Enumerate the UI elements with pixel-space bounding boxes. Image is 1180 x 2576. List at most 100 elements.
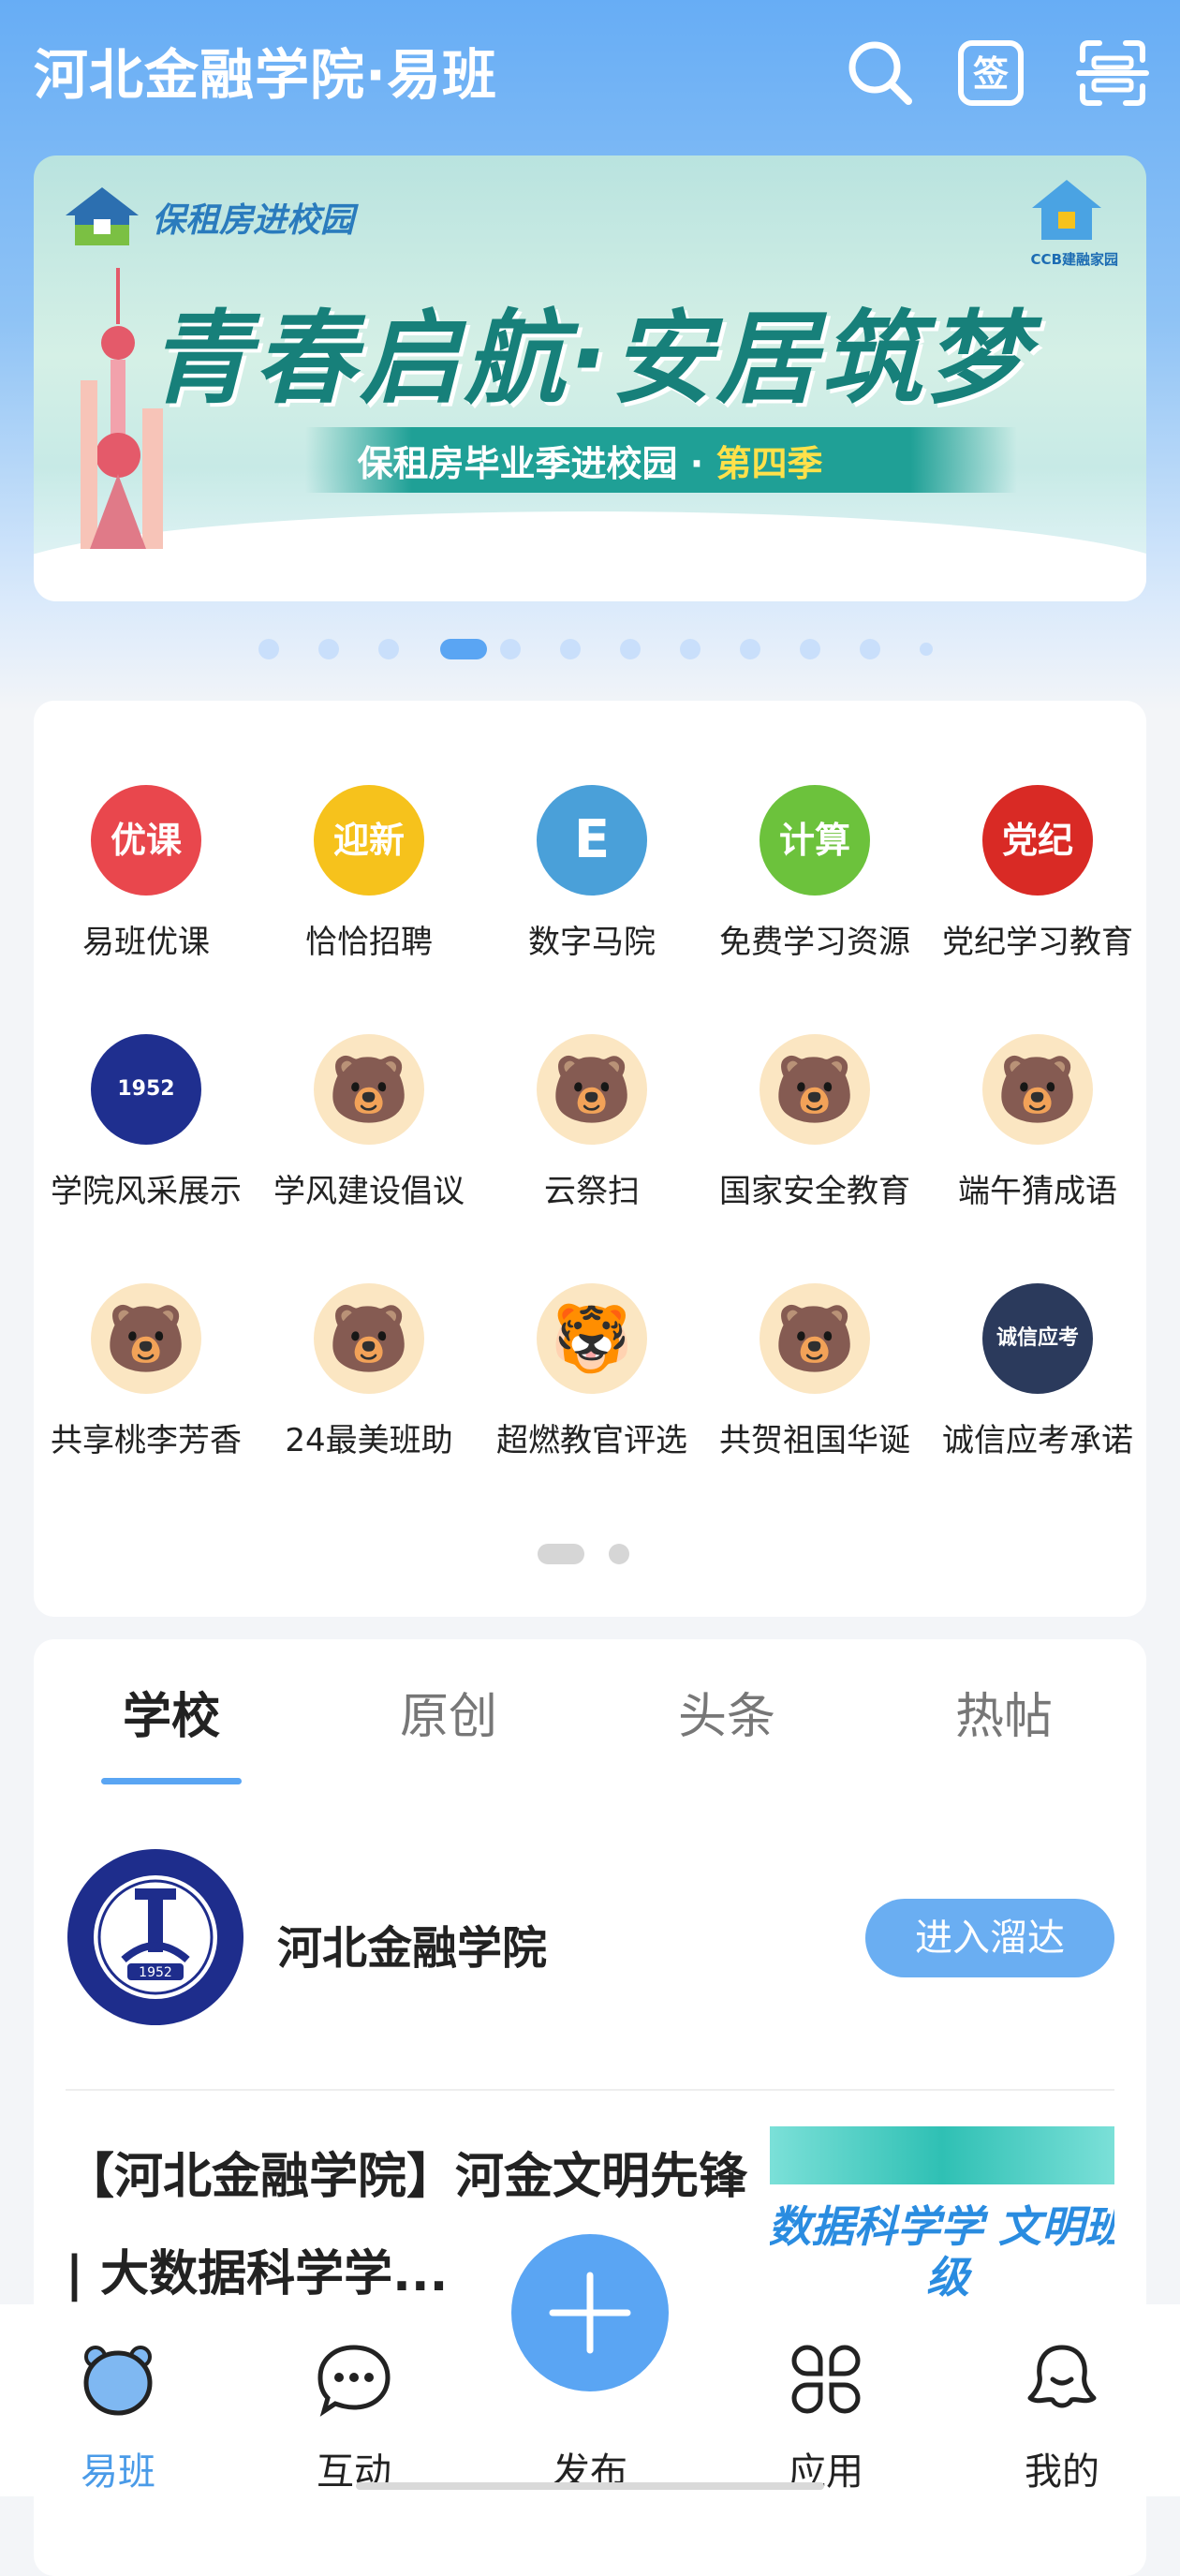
school-seal-icon[interactable]: 1952 (66, 1847, 245, 2027)
app-grid-card: 优课 易班优课 迎新 恰恰招聘 E 数字马院 计算 免费学习资源 党纪 党纪学习教育 1952 学院风… (34, 701, 1146, 1617)
search-icon[interactable] (843, 36, 918, 111)
app-icon-glyph: 1952 (117, 1077, 175, 1101)
nav-item-interact[interactable]: 互动 (288, 2342, 420, 2494)
grid-page-indicator-active (538, 1544, 584, 1564)
app-label: 恰恰招聘 (305, 924, 433, 961)
article-title[interactable]: 【河北金融学院】河金文明先锋 | 大数据科学学... (66, 2128, 777, 2323)
app-icon-glyph: 🐻 (551, 1051, 633, 1128)
app-icon-glyph: 诚信应考 (996, 1326, 1079, 1350)
app-item[interactable]: 计算 免费学习资源 (704, 785, 925, 972)
nav-item-mine[interactable]: 我的 (996, 2342, 1128, 2494)
enter-school-button[interactable]: 进入溜达 (865, 1899, 1114, 1977)
app-item[interactable]: 1952 学院风采展示 (36, 1034, 257, 1221)
carousel-dot[interactable] (680, 639, 701, 659)
school-name[interactable]: 河北金融学院 (277, 1911, 547, 1976)
carousel-dot[interactable] (318, 639, 339, 659)
house-logo-icon (62, 184, 142, 253)
app-item[interactable]: 党纪 党纪学习教育 (927, 785, 1148, 972)
apps-grid-icon (789, 2342, 863, 2417)
thumb-band (770, 2126, 1114, 2184)
app-label: 免费学习资源 (719, 924, 910, 961)
nav-item-apps[interactable]: 应用 (760, 2342, 892, 2494)
grid-page-indicator (609, 1544, 629, 1564)
sign-in-icon[interactable]: 签 (953, 36, 1028, 111)
app-icon-glyph: 🐻 (105, 1300, 187, 1377)
ccb-house-icon (1025, 174, 1109, 253)
profile-icon (1025, 2342, 1099, 2417)
app-icon-glyph: 迎新 (332, 820, 405, 861)
app-item[interactable]: E 数字马院 (481, 785, 702, 972)
scan-icon[interactable] (1075, 36, 1150, 111)
carousel-dot[interactable] (860, 639, 880, 659)
banner-season: 第四季 (715, 443, 823, 484)
app-icon-glyph: 计算 (778, 820, 850, 861)
carousel-dot[interactable] (258, 639, 279, 659)
svg-text:1952: 1952 (139, 1965, 172, 1980)
app-item[interactable]: 诚信应考诚信应考承诺 (927, 1283, 1148, 1471)
banner-tag: 保租房进校园 (152, 201, 355, 240)
app-icon-glyph: 党纪 (1001, 820, 1073, 861)
bear-home-icon (81, 2342, 155, 2417)
active-tab-underline (101, 1778, 242, 1784)
chat-bubble-icon (317, 2342, 391, 2417)
app-item[interactable]: 🐻 端午猜成语 (927, 1034, 1148, 1221)
app-label: 易班优课 (82, 924, 210, 961)
nav-label-home: 易班 (81, 2450, 155, 2494)
banner-headline: 青春启航·安居筑梦 (149, 301, 1031, 418)
carousel-dot[interactable] (500, 639, 521, 659)
app-icon-glyph: 🐯 (551, 1300, 633, 1377)
app-item[interactable]: 🐻 学风建设倡议 (258, 1034, 479, 1221)
digital-cube-icon: E (537, 785, 647, 896)
tiger-soldier-icon: 🐯 (537, 1283, 647, 1394)
carousel-dot[interactable] (620, 639, 641, 659)
home-indicator (356, 2482, 824, 2490)
app-label: 数字马院 (528, 924, 656, 961)
carousel-dot[interactable] (800, 639, 820, 659)
banner-cloud-decoration (34, 511, 1146, 601)
bear-flag-icon: 🐻 (760, 1283, 870, 1394)
app-item[interactable]: 🐻 24最美班助 (258, 1283, 479, 1471)
tab-headlines[interactable]: 头条 (633, 1677, 820, 1747)
app-label: 学风建设倡议 (273, 1173, 465, 1210)
yooc-icon: 优课 (91, 785, 201, 896)
promo-banner[interactable]: 保租房进校园 CCB建融家园 青春启航·安居筑梦 保租房毕业季进校园 · 第四季 (34, 155, 1146, 601)
svg-text:签: 签 (973, 53, 1009, 95)
app-item[interactable]: 🐯 超燃教官评选 (481, 1283, 702, 1471)
carousel-dot[interactable] (378, 639, 399, 659)
university-seal-icon: 1952 (91, 1034, 201, 1145)
app-item[interactable]: 优课 易班优课 (36, 785, 257, 972)
carousel-dot-active[interactable] (440, 639, 487, 659)
app-item[interactable]: 🐻 云祭扫 (481, 1034, 702, 1221)
banner-subtitle-text: 保租房毕业季进校园 · (357, 443, 716, 484)
app-label: 共贺祖国华诞 (719, 1422, 910, 1459)
carousel-dot[interactable] (560, 639, 581, 659)
app-item[interactable]: 🐻 共贺祖国华诞 (704, 1283, 925, 1471)
app-item[interactable]: 🐻 共享桃李芳香 (36, 1283, 257, 1471)
plus-icon (549, 2272, 631, 2354)
bear-mascot-icon: 🐻 (760, 1034, 870, 1145)
app-icon-glyph: 🐻 (996, 1051, 1079, 1128)
tab-hot-posts[interactable]: 热帖 (910, 1677, 1098, 1747)
tab-school[interactable]: 学校 (78, 1677, 265, 1747)
study-resources-icon: 计算 (760, 785, 870, 896)
bear-glasses-icon: 🐻 (314, 1283, 424, 1394)
header: 河北金融学院·易班 签 (0, 0, 1180, 150)
carousel-dot[interactable] (920, 643, 933, 656)
banner-brand: CCB建融家园 (1030, 251, 1118, 268)
app-label: 学院风采展示 (51, 1173, 242, 1210)
nav-item-home[interactable]: 易班 (52, 2342, 184, 2494)
app-title: 河北金融学院·易班 (34, 43, 498, 107)
app-label: 共享桃李芳香 (51, 1422, 242, 1459)
app-item[interactable]: 🐻 国家安全教育 (704, 1034, 925, 1221)
divider (66, 2089, 1114, 2091)
app-item[interactable]: 迎新 恰恰招聘 (258, 785, 479, 972)
app-label: 诚信应考承诺 (942, 1422, 1133, 1459)
app-label: 端午猜成语 (958, 1173, 1117, 1210)
article-thumbnail[interactable]: 数据科学学 文明班级 (770, 2126, 1114, 2314)
carousel-dot[interactable] (740, 639, 760, 659)
publish-fab-button[interactable] (511, 2234, 669, 2391)
app-label: 党纪学习教育 (942, 924, 1133, 961)
tab-original[interactable]: 原创 (355, 1677, 542, 1747)
bear-soldier-icon: 🐻 (537, 1034, 647, 1145)
bear-mascot-icon: 🐻 (91, 1283, 201, 1394)
